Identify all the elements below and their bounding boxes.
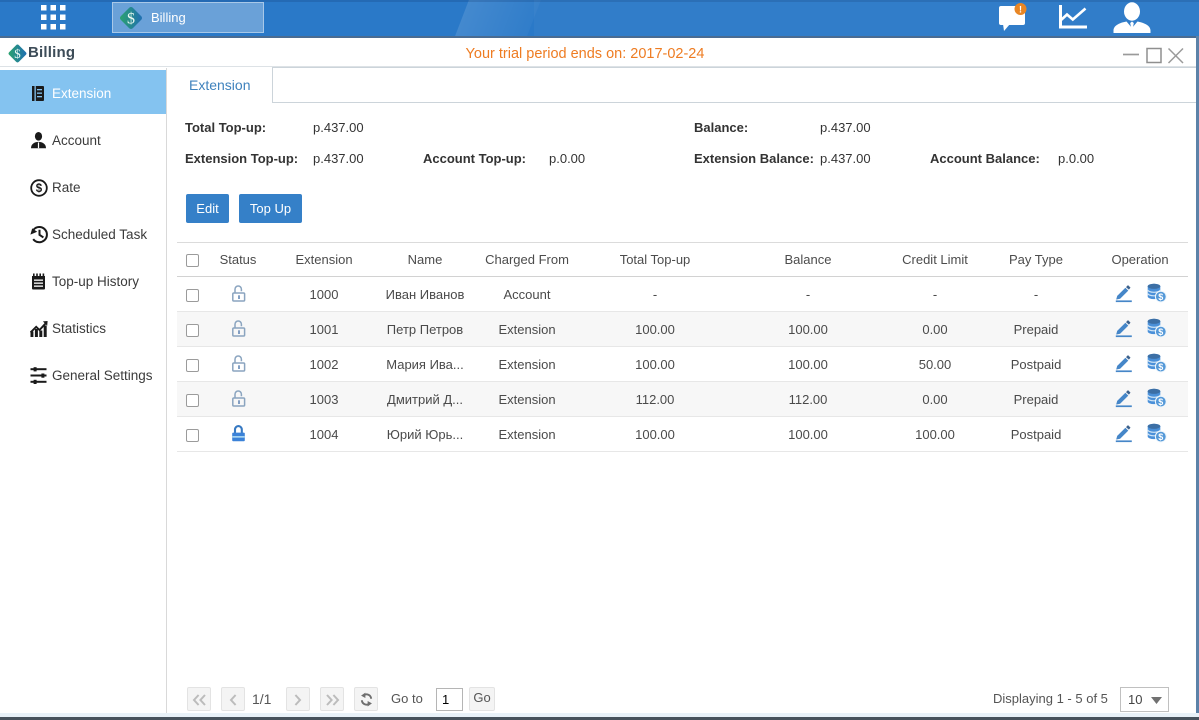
svg-text:!: ! [1019,5,1022,15]
svg-text:$: $ [1158,362,1163,372]
svg-text:$: $ [1158,292,1163,302]
svg-text:$: $ [1158,397,1163,407]
svg-text:$: $ [1158,327,1163,337]
svg-text:$: $ [1158,432,1163,442]
svg-text:$: $ [127,10,135,27]
svg-text:$: $ [36,183,43,195]
